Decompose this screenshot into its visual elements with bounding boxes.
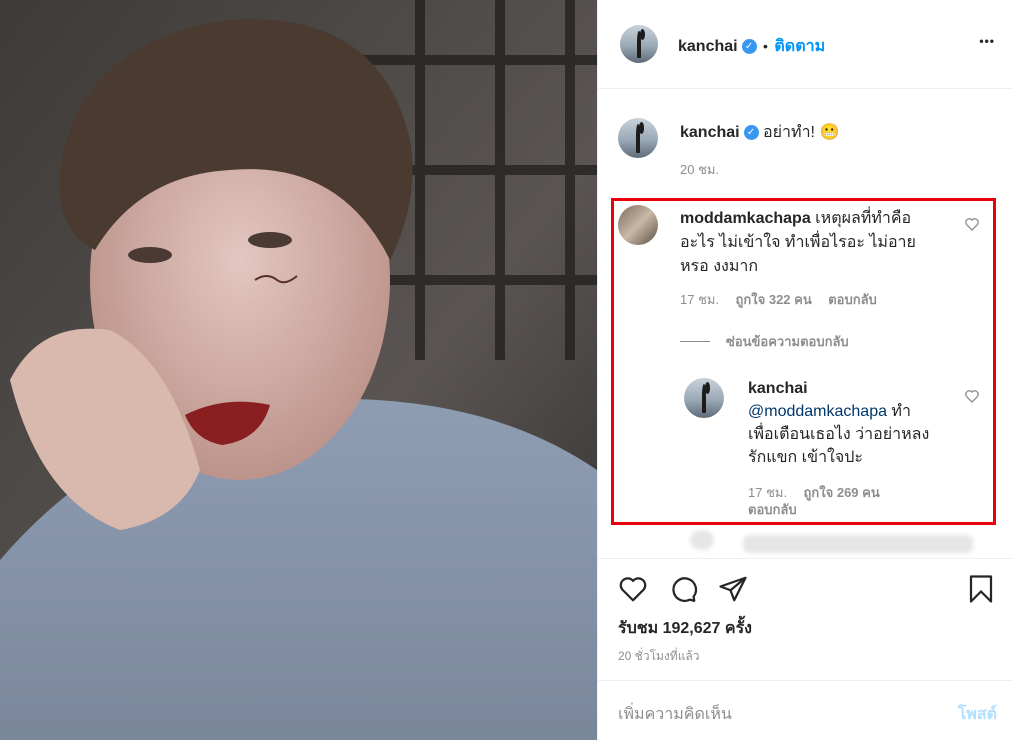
author-username[interactable]: kanchai xyxy=(678,38,738,55)
follow-button[interactable]: ติดตาม xyxy=(774,38,825,55)
comment-input[interactable]: เพิ่มความคิดเห็น xyxy=(618,702,732,727)
caption-time[interactable]: 20 ชม. xyxy=(680,159,719,180)
caption-text: อย่าทำ! 😬 xyxy=(763,124,840,141)
caption-username[interactable]: kanchai xyxy=(680,124,740,141)
video-frame xyxy=(0,0,597,740)
caption-avatar[interactable] xyxy=(618,118,658,158)
author-avatar[interactable] xyxy=(620,25,658,63)
post-video[interactable] xyxy=(0,0,597,740)
post-header: kanchai ✓ • ติดตาม ••• xyxy=(598,0,1012,89)
blurred-comment-text xyxy=(743,535,973,553)
verified-icon: ✓ xyxy=(741,39,757,55)
comment-form: เพิ่มความคิดเห็น โพสต์ xyxy=(598,680,1012,741)
dot-separator: • xyxy=(763,38,768,54)
bookmark-icon[interactable] xyxy=(966,574,996,604)
verified-icon: ✓ xyxy=(743,125,759,141)
view-count[interactable]: รับชม 192,627 ครั้ง xyxy=(618,616,752,641)
blurred-comment xyxy=(690,530,714,550)
highlight-box xyxy=(611,198,996,525)
comment-icon[interactable] xyxy=(668,574,698,604)
more-icon[interactable]: ••• xyxy=(979,34,995,48)
posted-ago[interactable]: 20 ชั่วโมงที่แล้ว xyxy=(618,647,700,666)
heart-icon[interactable] xyxy=(618,574,648,604)
actions-bar xyxy=(598,558,1012,619)
post-comment-button[interactable]: โพสต์ xyxy=(958,702,997,727)
share-icon[interactable] xyxy=(718,574,748,604)
